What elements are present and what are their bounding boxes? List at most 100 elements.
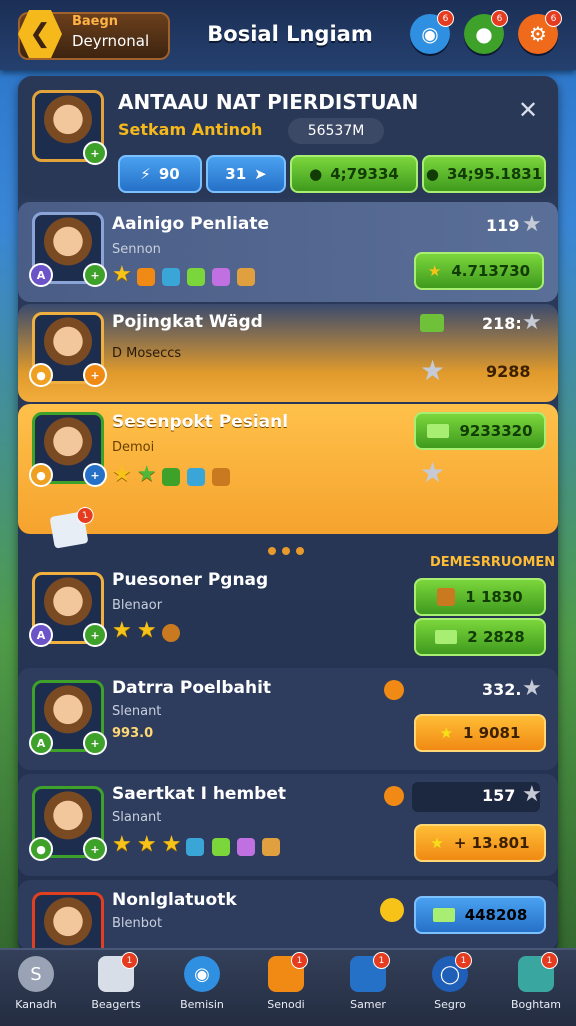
badge-icon <box>161 623 180 642</box>
globe-icon[interactable]: ◉ 6 <box>410 10 454 54</box>
player-subtitle: Setkam Antinoh <box>118 120 263 139</box>
ring-icon: ◯ 1 <box>432 952 472 992</box>
row-subtitle: Slanant <box>112 810 162 825</box>
cash-icon <box>427 424 450 438</box>
badge-icon <box>187 267 206 286</box>
avatar: A + <box>29 212 107 287</box>
stat-button[interactable]: ● 4;79334 <box>290 155 418 193</box>
star-icon: ★ <box>136 462 157 487</box>
shop-icon: 1 <box>268 952 308 992</box>
row-achievements: ★ ★ <box>112 462 232 487</box>
stat-button[interactable]: ● 34;95.1831 <box>422 155 546 193</box>
row-value-button[interactable]: 9233320 <box>414 412 546 450</box>
rank-value: 218: <box>482 314 522 333</box>
settings-icon[interactable]: ⚙ 6 <box>518 10 562 54</box>
map-icon: 1 <box>518 952 558 992</box>
row-name: Nonlglatuotk <box>112 890 237 910</box>
rank-value: 332. <box>482 680 522 699</box>
rank-badge-icon: A <box>29 623 53 647</box>
cash-icon <box>435 630 458 644</box>
avatar: ● + <box>29 312 107 387</box>
plus-icon: + <box>83 263 107 287</box>
star-icon: ★ <box>112 462 132 487</box>
plus-icon: + <box>83 463 107 487</box>
row-name: Sesenpokt Pesianl <box>112 412 289 432</box>
plus-icon: + <box>83 623 107 647</box>
section-label: DEMESRRUOMEN <box>430 555 556 570</box>
row-value-button[interactable]: 2 2828 <box>414 618 546 656</box>
back-label-sub: Deyrnonal <box>72 32 150 50</box>
coin-icon <box>380 898 404 922</box>
chat-icon[interactable]: ● 6 <box>464 10 508 54</box>
avatar: ● + <box>29 786 107 861</box>
row-subtitle: D Moseccs <box>112 346 182 361</box>
bolt-icon: ⚡ <box>140 165 151 183</box>
plus-icon: + <box>83 363 107 387</box>
stat-button[interactable]: 31 ➤ <box>206 155 286 193</box>
row-name: Aainigo Penliate <box>112 214 270 234</box>
nav-item-kanadh[interactable]: S Kanadh <box>0 956 72 1011</box>
chest-icon: 1 <box>98 952 138 992</box>
coin-icon <box>384 680 404 700</box>
star-icon: ★ <box>112 832 132 857</box>
coin-icon: S <box>18 956 54 992</box>
stat-button[interactable]: ⚡ 90 <box>118 155 202 193</box>
notification-badge: 6 <box>545 10 562 27</box>
row-score: 993.0 <box>112 726 154 741</box>
favorite-star-icon[interactable]: ★ <box>420 456 445 489</box>
close-icon[interactable]: ✕ <box>518 96 538 124</box>
player-avatar: + <box>32 90 107 165</box>
row-value-button[interactable]: ★ + 13.801 <box>414 824 546 862</box>
star-icon: ★ <box>430 834 444 852</box>
rank-field <box>412 782 540 812</box>
rank-value: 119 <box>486 216 520 235</box>
row-value-button[interactable]: ★ 4.713730 <box>414 252 544 290</box>
nav-item-segro[interactable]: ◯ 1 Segro <box>414 952 486 1011</box>
row-value: 9288 <box>486 362 531 381</box>
badge-icon <box>211 467 230 486</box>
row-name: Puesoner Pgnag <box>112 570 269 590</box>
star-icon: ★ <box>112 618 132 643</box>
row-achievements: ★ ★ <box>112 618 182 643</box>
notification-badge: 6 <box>437 10 454 27</box>
scroll-icon <box>437 588 456 606</box>
favorite-star-icon[interactable]: ★ <box>522 676 542 701</box>
nav-item-bemisin[interactable]: ◉ Bemisin <box>166 956 238 1011</box>
rank-badge-icon: ● <box>29 363 53 387</box>
rank-value: 157 <box>482 786 516 805</box>
badge-icon <box>261 837 280 856</box>
nav-item-boghtam[interactable]: 1 Boghtam <box>500 952 572 1011</box>
favorite-star-icon[interactable]: ★ <box>522 310 542 335</box>
player-score: 56537M <box>288 118 384 144</box>
star-icon: ★ <box>136 832 157 857</box>
favorite-star-icon[interactable]: ★ <box>420 354 445 387</box>
row-subtitle: Blenbot <box>112 916 163 931</box>
chest-icon[interactable]: 1 <box>49 505 96 549</box>
star-icon: ★ <box>427 262 442 280</box>
star-icon: ★ <box>136 618 157 643</box>
page-indicator <box>268 540 310 559</box>
favorite-star-icon[interactable]: ★ <box>522 212 542 237</box>
row-value-button[interactable]: ★ 1 9081 <box>414 714 546 752</box>
nav-item-senodi[interactable]: 1 Senodi <box>250 952 322 1011</box>
badge-icon <box>211 837 230 856</box>
gem-icon: ● <box>425 165 439 183</box>
plus-icon: + <box>83 141 107 165</box>
back-label-top: Baegn <box>72 14 119 29</box>
avatar: A + <box>29 680 107 755</box>
notification-badge: 6 <box>491 10 508 27</box>
rank-badge-icon: A <box>29 263 53 287</box>
badge-icon <box>186 837 205 856</box>
nav-item-samer[interactable]: 1 Samer <box>332 952 404 1011</box>
rank-badge-icon: ● <box>29 463 53 487</box>
nav-item-beagerts[interactable]: 1 Beagerts <box>80 952 152 1011</box>
row-value-button[interactable]: 1 1830 <box>414 578 546 616</box>
favorite-star-icon[interactable]: ★ <box>522 782 542 807</box>
avatar: A + <box>29 572 107 647</box>
badge-icon <box>136 267 155 286</box>
badge-icon <box>236 837 255 856</box>
row-value-button[interactable]: 448208 <box>414 896 546 934</box>
badge-icon <box>161 467 180 486</box>
badge-icon <box>161 267 180 286</box>
globe-icon: ◉ <box>184 956 220 992</box>
